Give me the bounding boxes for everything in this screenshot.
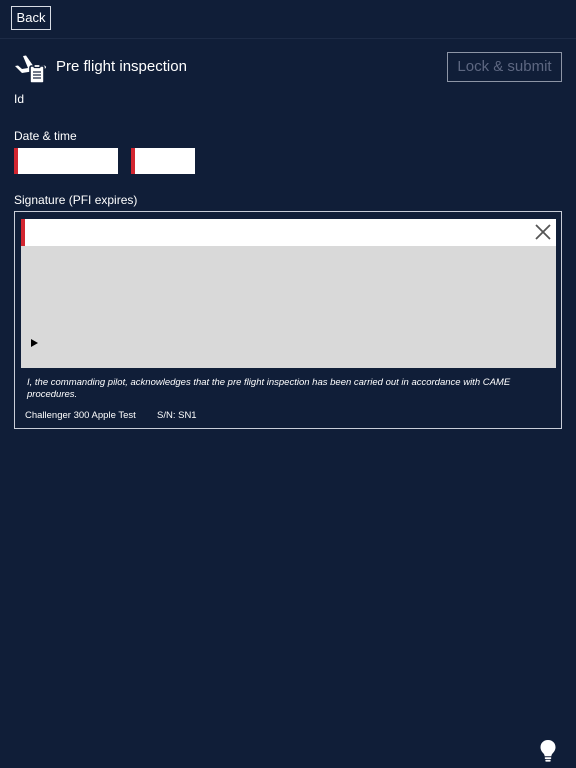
signature-label: Signature (PFI expires) xyxy=(14,193,138,207)
close-icon[interactable] xyxy=(533,222,553,242)
lightbulb-icon[interactable] xyxy=(539,739,557,763)
top-divider xyxy=(0,38,576,39)
page-title: Pre flight inspection xyxy=(56,58,187,75)
aircraft-serial-number: S/N: SN1 xyxy=(157,410,197,421)
id-label: Id xyxy=(14,92,25,106)
pre-flight-inspection-screen: Back Pre flight inspection Lock & submit… xyxy=(0,0,576,768)
aircraft-name: Challenger 300 Apple Test xyxy=(25,410,136,421)
plane-clipboard-icon xyxy=(15,55,46,84)
time-field[interactable] xyxy=(131,148,195,174)
date-field[interactable] xyxy=(14,148,118,174)
signature-panel: I, the commanding pilot, acknowledges th… xyxy=(14,211,562,429)
signature-disclaimer: I, the commanding pilot, acknowledges th… xyxy=(27,377,511,400)
signature-pad[interactable] xyxy=(21,246,556,368)
signature-name-field[interactable] xyxy=(21,219,556,246)
date-time-label: Date & time xyxy=(14,129,77,143)
back-button[interactable]: Back xyxy=(11,6,51,30)
lock-submit-button[interactable]: Lock & submit xyxy=(447,52,562,82)
play-icon[interactable] xyxy=(31,339,38,347)
